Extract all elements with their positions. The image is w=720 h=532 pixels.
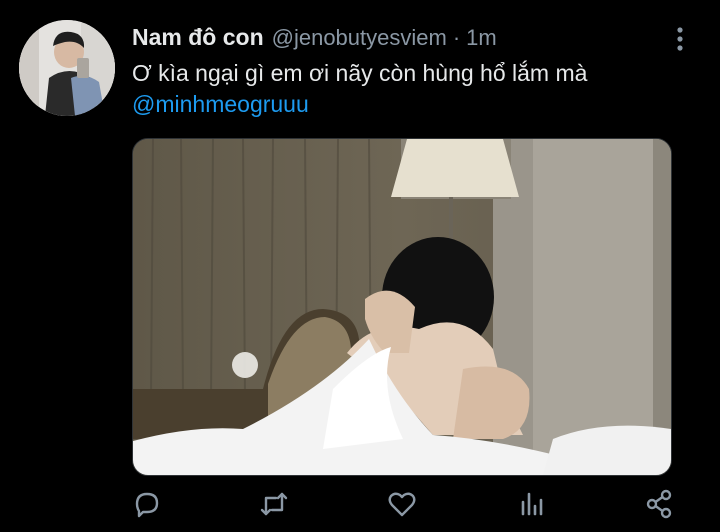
tweet-body: Ơ kìa ngại gì em ơi nãy còn hùng hổ lắm … [132, 60, 588, 86]
tweet-timestamp[interactable]: 1m [466, 25, 497, 51]
separator-dot: · [452, 25, 461, 50]
author-avatar[interactable] [19, 20, 115, 116]
tweet-header: Nam đô con @jenobutyesviem · 1m [132, 24, 497, 56]
share-icon[interactable] [643, 488, 675, 520]
author-name[interactable]: Nam đô con [132, 24, 264, 51]
author-handle[interactable]: @jenobutyesviem [272, 25, 447, 51]
analytics-icon[interactable] [515, 488, 547, 520]
reply-icon[interactable] [131, 488, 163, 520]
tweet-text: Ơ kìa ngại gì em ơi nãy còn hùng hổ lắm … [132, 58, 692, 120]
retweet-icon[interactable] [258, 488, 290, 520]
heart-icon[interactable] [386, 488, 418, 520]
tweet-photo[interactable] [132, 138, 672, 476]
tweet-actions [0, 488, 720, 520]
mention-link[interactable]: @minhmeogruuu [132, 89, 692, 120]
more-vertical-icon[interactable] [668, 26, 692, 52]
